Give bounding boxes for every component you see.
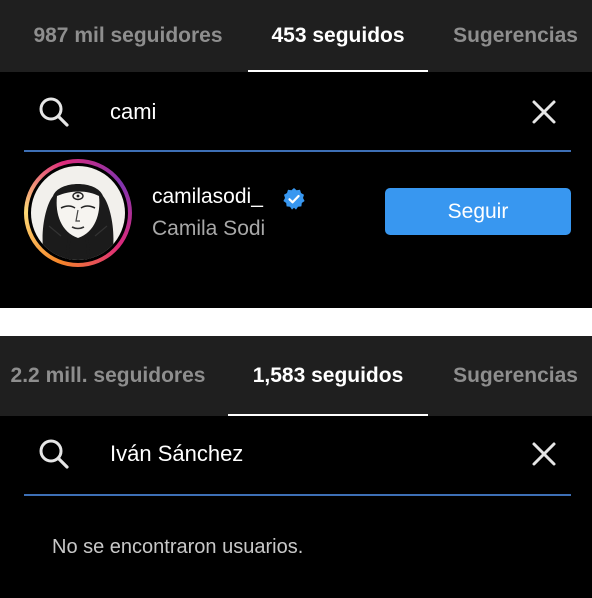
- search-input[interactable]: [110, 94, 490, 130]
- tab-suggestions[interactable]: Sugerencias: [420, 0, 592, 72]
- tab-following[interactable]: 1,583 seguidos: [226, 336, 430, 416]
- avatar[interactable]: [24, 159, 132, 267]
- full-name: Camila Sodi: [152, 217, 266, 240]
- tab-following[interactable]: 453 seguidos: [256, 0, 420, 72]
- user-result-row[interactable]: camilasodi_ Camila Sodi Seguir: [0, 155, 592, 275]
- close-icon[interactable]: [528, 96, 560, 128]
- no-results-message: No se encontraron usuarios.: [52, 536, 304, 558]
- search-underline: [24, 494, 571, 496]
- follow-button[interactable]: Seguir: [385, 188, 571, 235]
- tab-bar: 987 mil seguidores 453 seguidos Sugerenc…: [0, 0, 592, 72]
- close-icon[interactable]: [528, 438, 560, 470]
- tab-suggestions[interactable]: Sugerencias: [420, 336, 592, 416]
- following-screen-top: 987 mil seguidores 453 seguidos Sugerenc…: [0, 0, 592, 308]
- verified-badge-icon: [283, 188, 305, 210]
- search-icon: [39, 439, 69, 469]
- search-bar: [0, 72, 592, 152]
- search-icon: [39, 97, 69, 127]
- profile-illustration-icon: [31, 166, 125, 260]
- following-screen-bottom: 2.2 mill. seguidores 1,583 seguidos Suge…: [0, 336, 592, 598]
- search-input[interactable]: [110, 436, 490, 472]
- username[interactable]: camilasodi_: [152, 185, 263, 209]
- tab-followers[interactable]: 2.2 mill. seguidores: [0, 336, 216, 416]
- tab-followers[interactable]: 987 mil seguidores: [0, 0, 256, 72]
- tab-bar: 2.2 mill. seguidores 1,583 seguidos Suge…: [0, 336, 592, 416]
- search-underline: [24, 150, 571, 152]
- search-bar: [0, 416, 592, 496]
